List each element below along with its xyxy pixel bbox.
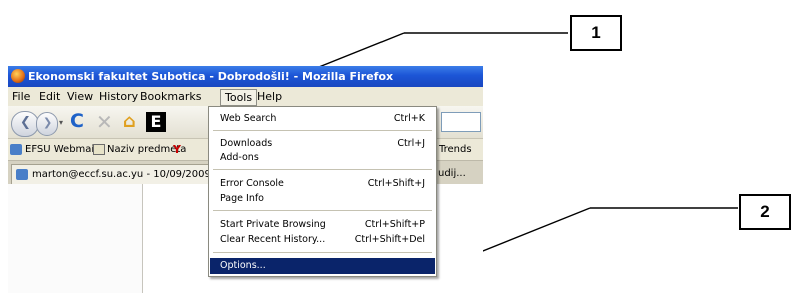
firefox-icon	[11, 69, 25, 83]
callout-2: 2	[739, 194, 791, 230]
menu-item-error-console[interactable]: Error Console Ctrl+Shift+J	[210, 176, 435, 192]
menu-item-start-private-browsing[interactable]: Start Private Browsing Ctrl+Shift+P	[210, 217, 435, 233]
site-favicon: E	[146, 112, 166, 132]
menu-tools[interactable]: Tools	[220, 89, 258, 106]
menu-separator	[213, 130, 432, 131]
tab-label: marton@eccf.su.ac.yu - 10/09/2009 1...	[32, 169, 225, 180]
menu-view[interactable]: View	[63, 87, 97, 106]
webmail-icon	[10, 144, 22, 155]
forward-button[interactable]: ❯	[36, 112, 58, 136]
menu-item-options[interactable]: Options...	[210, 258, 435, 274]
reload-icon[interactable]: C	[70, 110, 84, 132]
menu-file[interactable]: File	[8, 87, 34, 106]
forward-arrow-icon: ❯	[43, 116, 53, 129]
menu-item-page-info[interactable]: Page Info	[210, 191, 435, 207]
menu-separator	[213, 210, 432, 211]
window-title: Ekonomski fakultet Subotica - Dobrodošli…	[28, 70, 394, 83]
tab-active[interactable]: marton@eccf.su.ac.yu - 10/09/2009 1...	[11, 164, 225, 185]
tab-favicon	[16, 169, 28, 180]
menu-item-web-search[interactable]: Web Search Ctrl+K	[210, 111, 435, 127]
menu-bookmarks[interactable]: Bookmarks	[136, 87, 205, 106]
menu-separator	[213, 169, 432, 170]
bookmark-efsu-webmail[interactable]: EFSU Webmail	[25, 139, 97, 160]
menu-edit[interactable]: Edit	[35, 87, 64, 106]
bookmark-trends[interactable]: Trends	[439, 139, 472, 160]
yahoo-icon: Y	[173, 143, 181, 156]
page-sidebar	[8, 184, 143, 293]
callout-1: 1	[570, 15, 622, 51]
menu-help[interactable]: Help	[253, 87, 286, 106]
back-button[interactable]: ❮	[11, 111, 39, 137]
menu-separator	[213, 252, 432, 253]
search-box[interactable]	[441, 112, 481, 132]
title-bar: Ekonomski fakultet Subotica - Dobrodošli…	[8, 66, 483, 87]
menu-item-add-ons[interactable]: Add-ons	[210, 150, 435, 166]
home-icon[interactable]: ⌂	[123, 111, 136, 132]
page-icon	[93, 144, 105, 155]
tab-partial-label[interactable]: udij...	[438, 165, 466, 183]
menu-item-clear-recent-history[interactable]: Clear Recent History... Ctrl+Shift+Del	[210, 232, 435, 248]
tools-dropdown-menu: Web Search Ctrl+K Downloads Ctrl+J Add-o…	[208, 106, 437, 277]
menu-bar: File Edit View History Bookmarks Tools H…	[8, 87, 483, 106]
stop-icon[interactable]: ✕	[96, 110, 113, 134]
history-dropdown-icon[interactable]: ▾	[59, 118, 63, 127]
back-arrow-icon: ❮	[20, 115, 31, 130]
